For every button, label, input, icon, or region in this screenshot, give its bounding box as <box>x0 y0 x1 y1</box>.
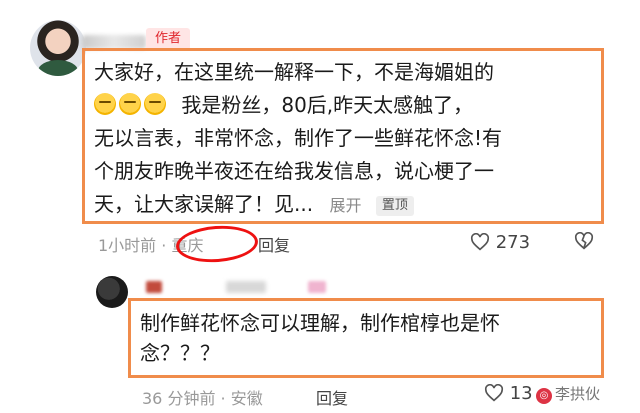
reply-comment-text[interactable]: 制作鲜花怀念可以理解，制作棺椁也是怀 念？？？ <box>140 308 590 368</box>
comment-line-1: 大家好，在这里统一解释一下，不是海媚姐的 <box>94 60 494 84</box>
crying-emoji-icon <box>94 93 116 115</box>
blurred-username <box>226 281 266 293</box>
comment-text[interactable]: 大家好，在这里统一解释一下，不是海媚姐的 我是粉丝，80后,昨天太感触了， 无以… <box>94 56 594 222</box>
watermark: ◎ 李拱伙 <box>536 383 600 404</box>
reply-button-2[interactable]: 回复 <box>316 385 348 409</box>
comment-time: 1小时前 · <box>98 236 172 255</box>
dislike-button[interactable] <box>574 231 594 254</box>
heart-icon <box>484 383 504 402</box>
watermark-text: 李拱伙 <box>555 385 601 403</box>
broken-heart-icon <box>574 231 594 250</box>
crying-emoji-icon <box>119 93 141 115</box>
like-count: 273 <box>495 232 531 253</box>
reply-line-2: 念？？？ <box>140 341 220 365</box>
reply-button[interactable]: 回复 <box>258 232 290 256</box>
reply-meta: 36 分钟前 · 安徽 <box>142 389 263 408</box>
user-avatar[interactable] <box>96 276 128 308</box>
like-button-2[interactable]: 13 <box>484 383 533 404</box>
expand-button[interactable]: 展开 <box>329 196 361 215</box>
blurred-username <box>146 281 162 293</box>
comment-line-2: 我是粉丝，80后,昨天太感触了， <box>94 89 594 122</box>
blurred-username <box>82 35 146 49</box>
comment-line-4: 个朋友昨晚半夜还在给我发信息，说心梗了一 <box>94 159 494 183</box>
red-circle-annotation <box>174 223 260 265</box>
watermark-logo-icon: ◎ <box>536 388 552 404</box>
like-count-2: 13 <box>509 383 533 404</box>
heart-icon <box>470 232 490 251</box>
reply-line-1: 制作鲜花怀念可以理解，制作棺椁也是怀 <box>140 311 500 335</box>
author-avatar[interactable] <box>30 20 86 76</box>
comment-line-3: 无以言表，非常怀念，制作了一些鲜花怀念!有 <box>94 126 503 150</box>
crying-emoji-icon <box>144 93 166 115</box>
author-badge: 作者 <box>146 28 190 50</box>
blurred-username <box>308 281 326 293</box>
like-button[interactable]: 273 <box>470 232 530 253</box>
comment-line-2-text: 我是粉丝，80后,昨天太感触了， <box>181 93 474 117</box>
comment-line-5: 天，让大家误解了！见... 展开 置顶 <box>94 188 594 222</box>
pinned-badge: 置顶 <box>375 196 414 216</box>
avatar-shirt <box>38 60 78 76</box>
comment-line-5-text: 天，让大家误解了！见... <box>94 192 314 216</box>
